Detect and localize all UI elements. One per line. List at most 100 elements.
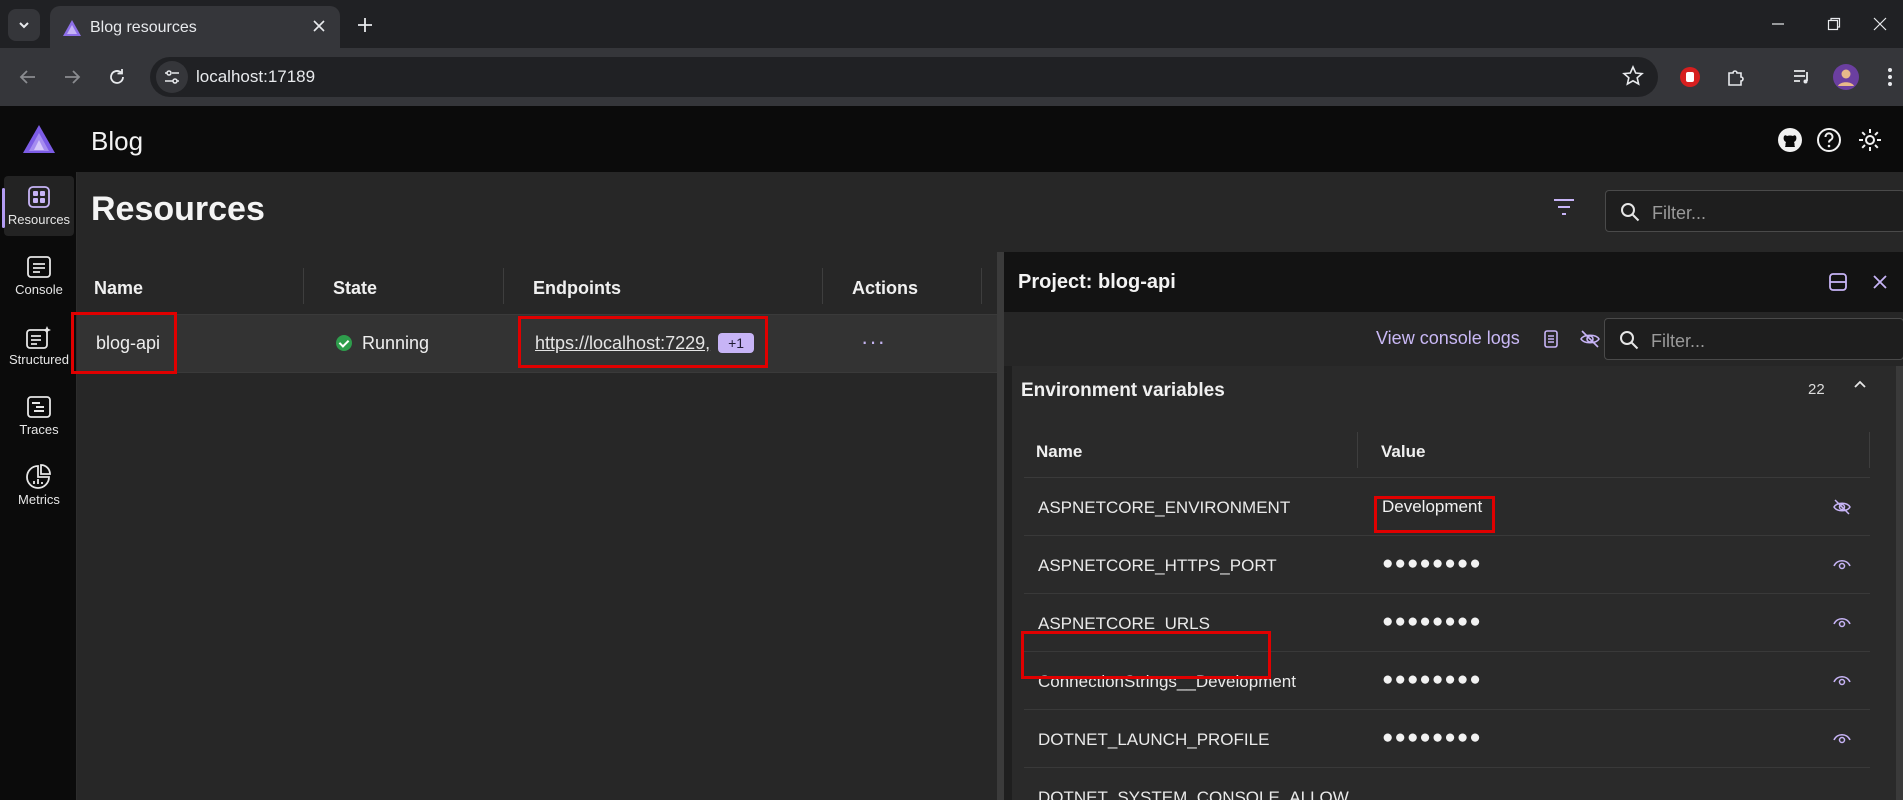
resource-state: Running bbox=[336, 333, 429, 354]
show-value-button[interactable] bbox=[1832, 671, 1852, 691]
help-icon bbox=[1817, 128, 1841, 152]
sidebar-item-label: Metrics bbox=[18, 492, 60, 507]
highlight-box bbox=[1374, 496, 1495, 533]
media-controls-button[interactable] bbox=[1788, 63, 1816, 91]
resources-filter-input[interactable]: Filter... bbox=[1605, 190, 1903, 232]
browser-menu-button[interactable] bbox=[1880, 63, 1900, 91]
hide-value-button[interactable] bbox=[1832, 497, 1852, 517]
env-scrollbar[interactable] bbox=[1896, 366, 1903, 800]
env-table: Name Value ASPNETCORE_ENVIRONMENT Develo… bbox=[1024, 420, 1870, 800]
puzzle-icon bbox=[1728, 70, 1744, 86]
site-info-button[interactable] bbox=[156, 61, 188, 93]
details-filter-input[interactable]: Filter... bbox=[1604, 318, 1903, 360]
column-resize-handle[interactable] bbox=[822, 268, 823, 304]
show-value-button[interactable] bbox=[1832, 555, 1852, 575]
column-resize-handle[interactable] bbox=[1357, 432, 1358, 468]
column-header-name[interactable]: Name bbox=[1036, 442, 1082, 462]
env-var-value: ●●●●●●●● bbox=[1382, 669, 1482, 690]
env-table-header: Name Value bbox=[1024, 420, 1870, 478]
reload-icon bbox=[110, 69, 124, 84]
restore-button[interactable] bbox=[1814, 10, 1854, 38]
sidebar-item-console[interactable]: Console bbox=[4, 246, 74, 306]
sidebar-item-label: Resources bbox=[7, 212, 71, 227]
chevron-down-icon bbox=[19, 22, 29, 29]
browser-tab[interactable]: Blog resources bbox=[50, 6, 340, 48]
eye-icon bbox=[1833, 560, 1851, 570]
details-header: Project: blog-api bbox=[1004, 252, 1903, 312]
address-bar[interactable]: localhost:17189 bbox=[150, 57, 1658, 97]
chevron-up-icon[interactable] bbox=[1852, 377, 1868, 393]
highlight-box bbox=[71, 312, 177, 374]
view-console-logs-link[interactable]: View console logs bbox=[1376, 328, 1520, 349]
plus-icon bbox=[358, 18, 372, 32]
column-resize-handle[interactable] bbox=[503, 268, 504, 304]
details-title: Project: blog-api bbox=[1018, 271, 1176, 293]
column-header-endpoints[interactable]: Endpoints bbox=[533, 278, 621, 299]
column-header-value[interactable]: Value bbox=[1381, 442, 1425, 462]
aspire-logo-icon[interactable] bbox=[22, 124, 56, 154]
toggle-orientation-button[interactable] bbox=[1826, 270, 1850, 294]
eye-off-icon bbox=[1580, 330, 1600, 348]
eye-icon bbox=[1833, 734, 1851, 744]
github-button[interactable] bbox=[1776, 126, 1804, 154]
url-text[interactable]: localhost:17189 bbox=[196, 67, 315, 87]
table-header: Name State Endpoints Actions bbox=[77, 260, 997, 315]
resources-page: Resources Filter... Name State Endpoints… bbox=[71, 172, 1903, 800]
tune-icon bbox=[165, 70, 179, 84]
env-section-header[interactable]: Environment variables 22 bbox=[1012, 366, 1903, 412]
gear-icon bbox=[1859, 129, 1881, 151]
forward-button[interactable] bbox=[58, 63, 86, 91]
toggle-all-values-button[interactable] bbox=[1578, 327, 1602, 351]
profile-avatar[interactable] bbox=[1832, 63, 1860, 91]
filter-options-button[interactable] bbox=[1553, 198, 1575, 221]
env-var-value: ●●●●●●●● bbox=[1382, 727, 1482, 748]
bookmark-star-icon[interactable] bbox=[1622, 65, 1644, 87]
browser-toolbar: localhost:17189 bbox=[0, 48, 1903, 106]
avatar-icon bbox=[1833, 64, 1859, 90]
sidebar-item-resources[interactable]: Resources bbox=[2, 176, 74, 236]
panel-splitter[interactable] bbox=[997, 252, 1004, 800]
close-panel-button[interactable] bbox=[1868, 270, 1892, 294]
restore-icon bbox=[1827, 17, 1841, 31]
tab-search-button[interactable] bbox=[8, 9, 40, 41]
show-value-button[interactable] bbox=[1832, 729, 1852, 749]
show-value-button[interactable] bbox=[1832, 613, 1852, 633]
table-row: DOTNET_SYSTEM_CONSOLE_ALLOW bbox=[1024, 768, 1870, 800]
env-count-badge: 22 bbox=[1808, 381, 1825, 398]
close-window-button[interactable] bbox=[1860, 10, 1900, 38]
env-var-name: DOTNET_LAUNCH_PROFILE bbox=[1038, 730, 1270, 749]
app-title[interactable]: Blog bbox=[91, 126, 143, 157]
column-resize-handle[interactable] bbox=[1869, 432, 1870, 468]
env-var-name: ASPNETCORE_HTTPS_PORT bbox=[1038, 556, 1277, 575]
table-row: DOTNET_LAUNCH_PROFILE ●●●●●●●● bbox=[1024, 710, 1870, 768]
column-resize-handle[interactable] bbox=[303, 268, 304, 304]
new-tab-button[interactable] bbox=[352, 12, 378, 38]
close-icon bbox=[1873, 275, 1887, 289]
sidebar-item-traces[interactable]: Traces bbox=[4, 386, 74, 446]
document-icon bbox=[1544, 330, 1558, 348]
minimize-button[interactable] bbox=[1758, 10, 1798, 38]
column-header-state[interactable]: State bbox=[333, 278, 377, 299]
playlist-icon bbox=[1794, 70, 1808, 84]
sidebar-item-metrics[interactable]: Metrics bbox=[4, 456, 74, 516]
column-header-actions[interactable]: Actions bbox=[852, 278, 918, 299]
actions-menu-button[interactable]: ··· bbox=[861, 329, 886, 355]
extensions-button[interactable] bbox=[1722, 63, 1750, 91]
column-header-name[interactable]: Name bbox=[94, 278, 143, 299]
env-var-name: ASPNETCORE_ENVIRONMENT bbox=[1038, 498, 1291, 517]
settings-button[interactable] bbox=[1856, 126, 1884, 154]
env-var-value: ●●●●●●●● bbox=[1382, 611, 1482, 632]
page-title: Resources bbox=[91, 190, 265, 228]
table-row: ASPNETCORE_HTTPS_PORT ●●●●●●●● bbox=[1024, 536, 1870, 594]
reload-button[interactable] bbox=[103, 63, 131, 91]
running-check-icon bbox=[336, 335, 352, 351]
help-button[interactable] bbox=[1815, 126, 1843, 154]
copy-button[interactable] bbox=[1539, 327, 1563, 351]
ad-blocker-extension-icon[interactable] bbox=[1676, 63, 1704, 91]
eye-icon bbox=[1833, 618, 1851, 628]
tab-close-button[interactable] bbox=[308, 15, 330, 37]
console-icon bbox=[27, 256, 51, 278]
sidebar-item-structured[interactable]: Structured bbox=[4, 316, 74, 376]
back-button[interactable] bbox=[14, 63, 42, 91]
column-resize-handle[interactable] bbox=[981, 268, 982, 304]
